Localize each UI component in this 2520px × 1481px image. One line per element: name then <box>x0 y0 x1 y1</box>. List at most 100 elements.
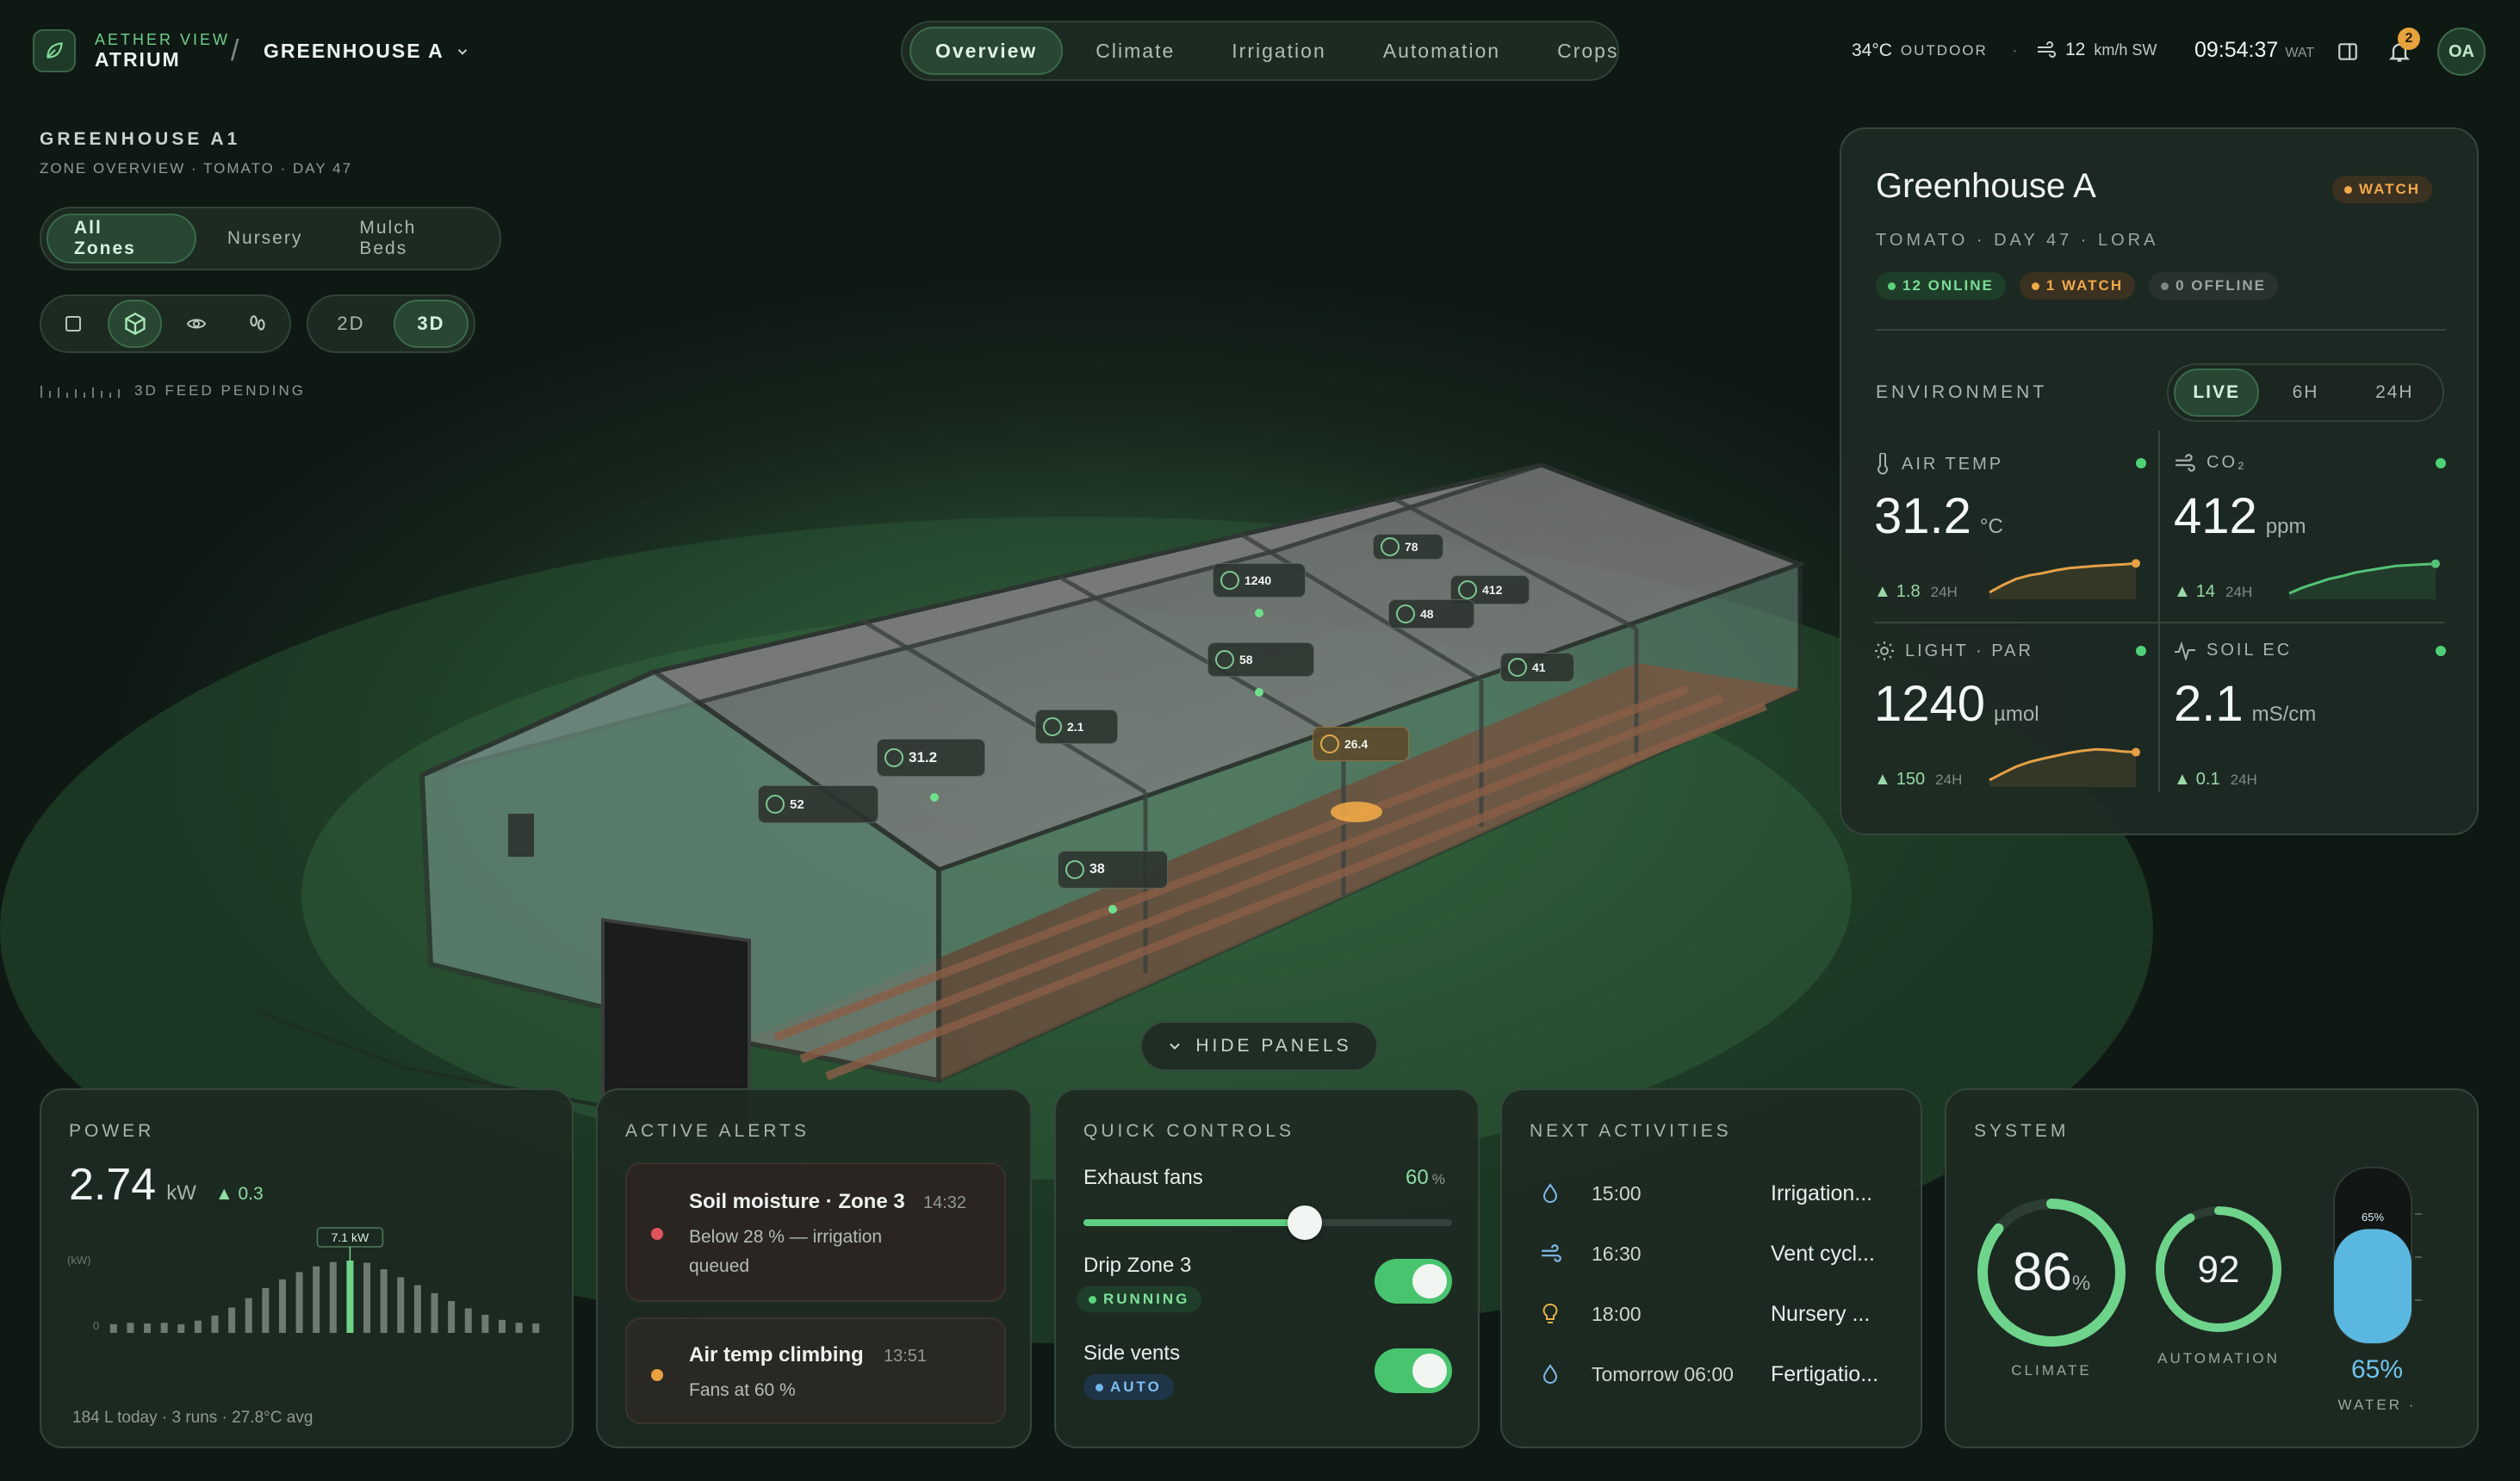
metric-label-text: SOIL EC <box>2207 641 2293 660</box>
activity-name: Fertigatio... <box>1771 1361 1879 1386</box>
app-logo[interactable] <box>33 29 76 72</box>
metric-label: AIR TEMP <box>1874 453 2003 475</box>
view-visibility-button[interactable] <box>169 300 223 348</box>
view-3d-model-button[interactable] <box>107 300 163 348</box>
activity-name: Irrigation... <box>1771 1180 1873 1205</box>
user-avatar[interactable]: OA <box>2437 28 2486 76</box>
clock-time: 09:54:37 <box>2194 38 2279 62</box>
metric-unit: mS/cm <box>2251 703 2317 726</box>
metric-value: 2.1 mS/cm <box>2174 675 2316 733</box>
drip-status-badge: RUNNING <box>1077 1286 1202 1312</box>
toggle-sidebar-button[interactable] <box>2329 33 2367 71</box>
metric-unit: µmol <box>1994 703 2039 726</box>
activity-item[interactable]: Tomorrow 06:00 Fertigatio... <box>1530 1357 1891 1391</box>
offline-pill[interactable]: 0 OFFLINE <box>2149 272 2279 300</box>
power-bar <box>481 1315 489 1333</box>
power-bar <box>228 1307 236 1333</box>
sensor-tag-warning[interactable]: 26.4 <box>1313 727 1409 761</box>
power-bar <box>245 1298 252 1333</box>
brand-tagline: AETHER VIEW <box>95 31 231 48</box>
power-bar <box>346 1261 354 1333</box>
exhaust-fans-label: Exhaust fans <box>1083 1166 1203 1189</box>
tab-irrigation[interactable]: Irrigation <box>1207 27 1350 75</box>
sensor-tag-humidity[interactable]: 48 <box>1388 599 1474 629</box>
notification-count-badge: 2 <box>2398 28 2420 50</box>
power-bar <box>532 1323 540 1333</box>
main-nav-tabs: Overview Climate Irrigation Automation C… <box>901 21 1619 81</box>
metric-delta-value: 14 <box>2195 582 2216 601</box>
gauge-ring-icon <box>766 795 785 814</box>
online-pill[interactable]: 12 ONLINE <box>1876 272 2006 300</box>
sparkline <box>1989 559 2140 599</box>
metric-period: 24H <box>1935 771 1963 788</box>
alert-item[interactable]: Air temp climbing 13:51 Fans at 60 % <box>625 1317 1006 1424</box>
sensor-tag-par[interactable]: 1240 <box>1213 563 1306 598</box>
zone-tab-nursery[interactable]: Nursery <box>202 214 329 263</box>
water-label: WATER · <box>2337 1397 2417 1413</box>
metric-value: 1240 µmol <box>1874 675 2039 733</box>
power-bar <box>127 1323 134 1333</box>
activity-name: Vent cycl... <box>1771 1241 1875 1266</box>
metric-air-temp[interactable]: AIR TEMP 31.2 °C ▲ 1.8 24H <box>1874 453 2158 635</box>
zone-subtitle: ZONE OVERVIEW · TOMATO · DAY 47 <box>40 160 353 177</box>
climate-score: 86% <box>1974 1242 2129 1303</box>
drip-status-label: RUNNING <box>1103 1291 1190 1307</box>
metric-live-dot <box>2136 646 2146 656</box>
sensor-tag-value: 58 <box>1239 653 1253 666</box>
activity-item[interactable]: 16:30 Vent cycl... <box>1530 1236 1891 1271</box>
sensor-tag-moisture-c[interactable]: 52 <box>758 785 878 823</box>
tab-automation[interactable]: Automation <box>1359 27 1524 75</box>
greenhouse-selector[interactable]: GREENHOUSE A <box>264 40 470 63</box>
power-bar <box>515 1323 523 1333</box>
activity-item[interactable]: 18:00 Nursery ... <box>1530 1297 1891 1331</box>
sensor-tag-moisture-b[interactable]: 41 <box>1500 653 1574 682</box>
hide-panels-button[interactable]: HIDE PANELS <box>1140 1021 1378 1071</box>
view-walk-button[interactable] <box>230 300 284 348</box>
tab-crops[interactable]: Crops <box>1533 27 1642 75</box>
view-plan-button[interactable] <box>47 300 101 348</box>
metric-label-text: AIR TEMP <box>1902 454 2004 474</box>
activity-icon <box>2175 641 2195 660</box>
signal-ticks-icon <box>40 386 120 398</box>
view-3d-button[interactable]: 3D <box>393 300 469 348</box>
sensor-tag-moisture-d[interactable]: 38 <box>1058 851 1168 889</box>
view-tools <box>40 294 291 353</box>
status-dot <box>1089 1295 1096 1304</box>
sensor-tag-air-temp[interactable]: 31.2 <box>877 739 985 777</box>
sensor-tag-value: 2.1 <box>1067 720 1084 734</box>
tab-overview[interactable]: Overview <box>909 27 1064 75</box>
metric-soil-ec[interactable]: SOIL EC 2.1 mS/cm ▲ 0.1 24H <box>2174 641 2458 823</box>
zone-tab-mulch-beds[interactable]: Mulch Beds <box>333 214 494 263</box>
side-vents-toggle[interactable] <box>1375 1348 1452 1393</box>
activity-item[interactable]: 15:00 Irrigation... <box>1530 1176 1891 1211</box>
watch-pill[interactable]: 1 WATCH <box>2019 272 2136 300</box>
power-card: POWER 2.74 kW ▲ 0.3 (kW) 0 7.1 kW 184 L … <box>40 1088 574 1448</box>
exhaust-fans-percent: 60 <box>1406 1166 1429 1189</box>
view-2d-button[interactable]: 2D <box>313 300 388 348</box>
sensor-tag-moisture-a[interactable]: 58 <box>1207 642 1314 677</box>
power-bar <box>144 1323 152 1333</box>
metric-light-par[interactable]: LIGHT · PAR 1240 µmol ▲ 150 24H <box>1874 641 2158 823</box>
sparkline-endpoint <box>2431 559 2440 568</box>
alert-item[interactable]: Soil moisture · Zone 3 14:32 Below 28 % … <box>625 1162 1006 1302</box>
alert-time: 13:51 <box>884 1347 928 1366</box>
sensor-tag-ec[interactable]: 2.1 <box>1035 710 1118 744</box>
metric-value: 31.2 °C <box>1874 487 2003 545</box>
alerts-card: ACTIVE ALERTS Soil moisture · Zone 3 14:… <box>596 1088 1032 1448</box>
range-6h[interactable]: 6H <box>2262 369 2348 417</box>
tab-climate[interactable]: Climate <box>1071 27 1199 75</box>
metric-co2[interactable]: CO₂ 412 ppm ▲ 14 24H <box>2174 453 2458 635</box>
gauge-ring-icon <box>1065 860 1084 879</box>
zone-tab-all-zones[interactable]: All Zones <box>47 214 196 263</box>
status-dot <box>2344 185 2352 194</box>
range-live[interactable]: LIVE <box>2174 369 2260 417</box>
exhaust-fans-unit: % <box>1431 1171 1445 1187</box>
range-24h[interactable]: 24H <box>2352 369 2437 417</box>
sensor-tag-par-small[interactable]: 78 <box>1373 534 1443 560</box>
metric-unit: ppm <box>2265 515 2306 538</box>
exhaust-fans-slider[interactable] <box>1083 1205 1452 1240</box>
slider-handle[interactable] <box>1287 1205 1322 1240</box>
drip-zone-toggle[interactable] <box>1375 1259 1452 1304</box>
online-count: 12 ONLINE <box>1902 277 1994 294</box>
power-delta-value: 0.3 <box>238 1184 264 1204</box>
